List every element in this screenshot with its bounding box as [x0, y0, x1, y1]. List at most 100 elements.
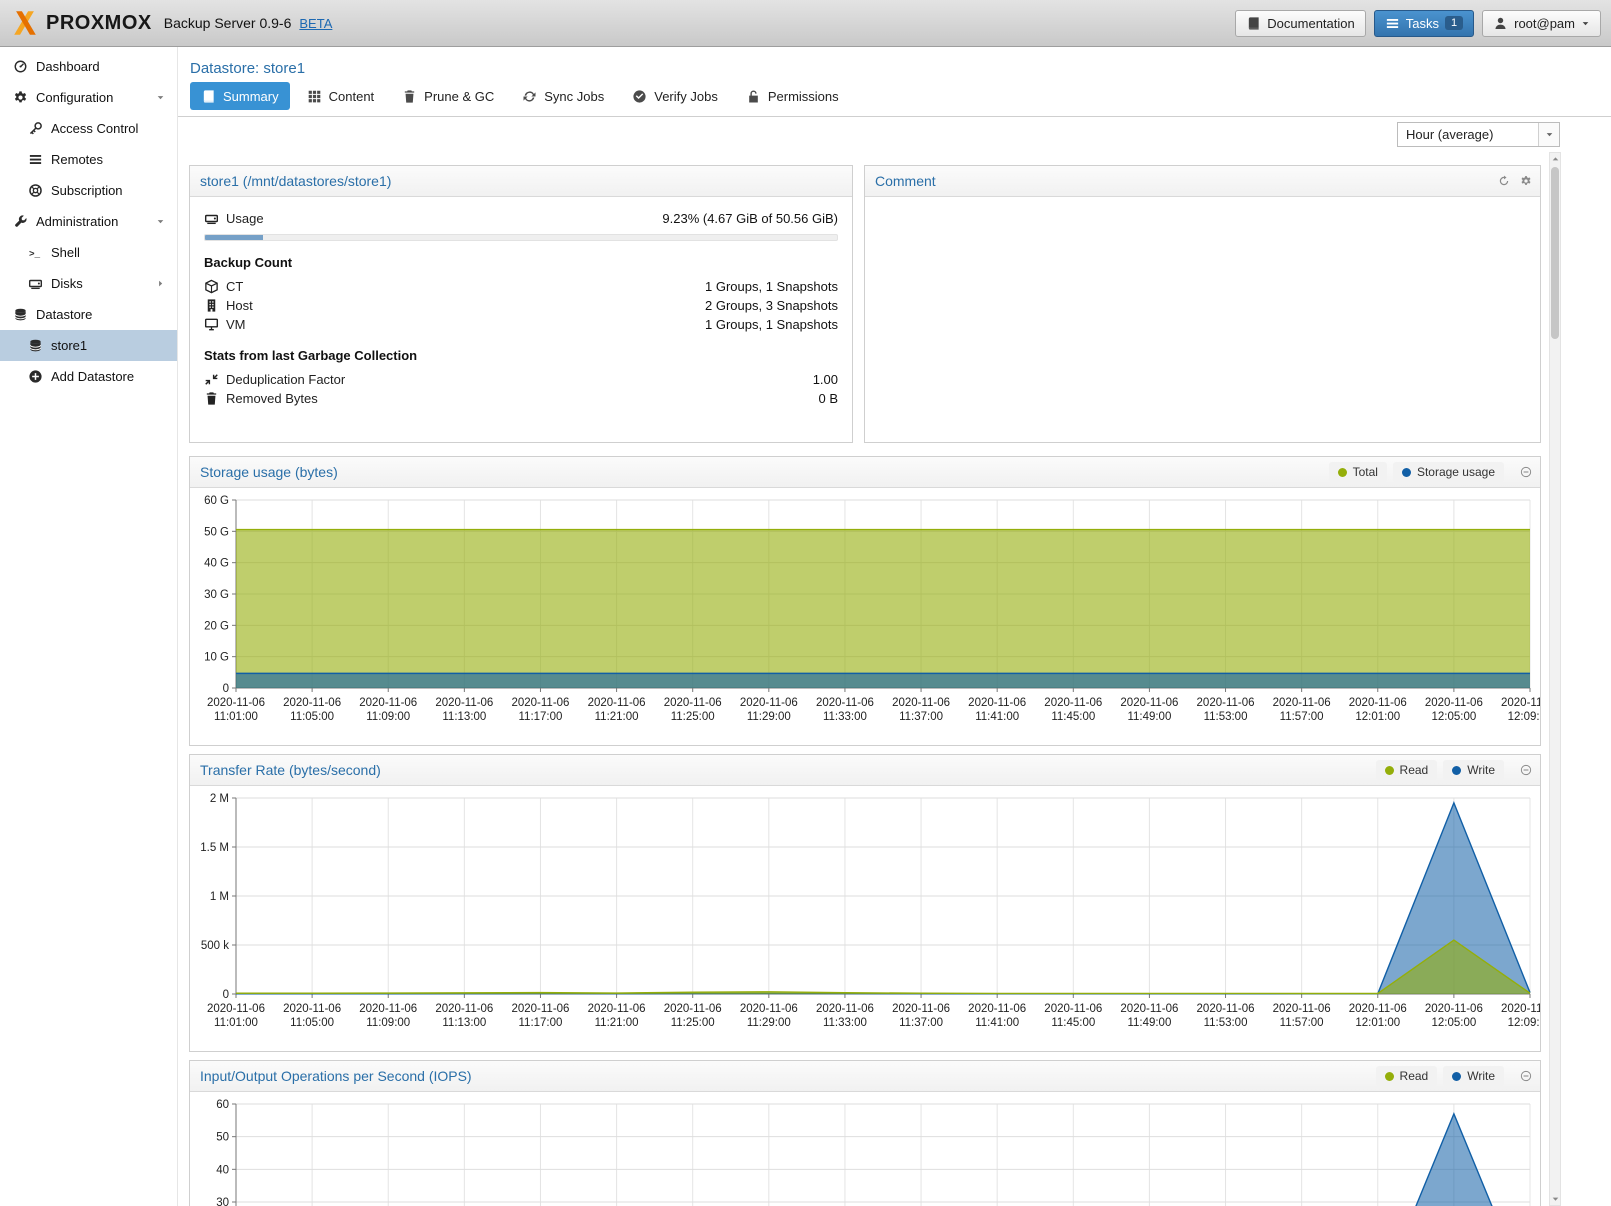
- sidebar-item-label: Dashboard: [36, 59, 100, 74]
- legend-item-read[interactable]: Read: [1376, 1066, 1438, 1086]
- sidebar-item-label: store1: [51, 338, 87, 353]
- terminal-icon: >_: [28, 245, 43, 260]
- main-area: Datastore: store1 Summary Content Prune …: [178, 47, 1611, 1206]
- svg-text:11:53:00: 11:53:00: [1204, 1017, 1248, 1029]
- documentation-button[interactable]: Documentation: [1235, 10, 1365, 37]
- tab-label: Permissions: [768, 89, 839, 104]
- gear-icon[interactable]: [1520, 175, 1532, 187]
- support-icon: [28, 183, 43, 198]
- vertical-scrollbar[interactable]: [1549, 152, 1561, 1206]
- legend-dot: [1338, 468, 1347, 477]
- svg-text:2020-11-06: 2020-11-06: [283, 697, 341, 709]
- legend-label: Write: [1467, 763, 1495, 777]
- beta-link[interactable]: BETA: [299, 16, 332, 31]
- combo-trigger[interactable]: [1538, 123, 1559, 146]
- svg-text:2020-11-06: 2020-11-06: [511, 697, 569, 709]
- tasks-badge: 1: [1445, 16, 1463, 30]
- sidebar-item-label: Datastore: [36, 307, 92, 322]
- sidebar-item-configuration[interactable]: Configuration: [0, 82, 177, 113]
- tab-permissions[interactable]: Permissions: [735, 82, 850, 110]
- legend-item-storage-usage[interactable]: Storage usage: [1393, 462, 1504, 482]
- time-range-select[interactable]: Hour (average): [1397, 122, 1560, 147]
- trash-icon: [204, 391, 219, 406]
- sidebar-item-disks[interactable]: Disks: [0, 268, 177, 299]
- svg-text:60: 60: [216, 1099, 229, 1111]
- tab-sync-jobs[interactable]: Sync Jobs: [511, 82, 615, 110]
- panel-title: Input/Output Operations per Second (IOPS…: [200, 1068, 472, 1084]
- grid-icon: [307, 89, 322, 104]
- legend-item-write[interactable]: Write: [1443, 760, 1504, 780]
- removed-bytes-row: Removed Bytes 0 B: [204, 389, 838, 408]
- legend-item-write[interactable]: Write: [1443, 1066, 1504, 1086]
- svg-text:11:01:00: 11:01:00: [214, 1017, 258, 1029]
- tab-label: Prune & GC: [424, 89, 494, 104]
- svg-text:11:29:00: 11:29:00: [747, 711, 791, 723]
- legend-dot: [1385, 1072, 1394, 1081]
- sidebar-item-dashboard[interactable]: Dashboard: [0, 51, 177, 82]
- dedup-label: Deduplication Factor: [226, 372, 345, 387]
- svg-text:0: 0: [223, 989, 229, 1001]
- removed-bytes-label: Removed Bytes: [226, 391, 318, 406]
- scrollbar-thumb[interactable]: [1551, 167, 1559, 339]
- sidebar-item-shell[interactable]: >_ Shell: [0, 237, 177, 268]
- collapse-icon[interactable]: [1520, 1070, 1532, 1082]
- wrench-icon: [13, 214, 28, 229]
- svg-text:2020-11-06: 2020-11-06: [1273, 697, 1331, 709]
- sidebar-item-datastore[interactable]: Datastore: [0, 299, 177, 330]
- tab-verify-jobs[interactable]: Verify Jobs: [621, 82, 729, 110]
- scroll-down-icon[interactable]: [1551, 1193, 1560, 1205]
- refresh-icon[interactable]: [1498, 175, 1510, 187]
- sidebar-item-administration[interactable]: Administration: [0, 206, 177, 237]
- svg-text:2020-11-06: 2020-11-06: [588, 697, 646, 709]
- summary-row: store1 (/mnt/datastores/store1) Usage 9.…: [189, 165, 1541, 443]
- user-menu-button[interactable]: root@pam: [1482, 10, 1601, 37]
- collapse-icon[interactable]: [1520, 466, 1532, 478]
- svg-text:2020-11-06: 2020-11-06: [892, 697, 950, 709]
- sidebar-item-subscription[interactable]: Subscription: [0, 175, 177, 206]
- sidebar-item-access-control[interactable]: Access Control: [0, 113, 177, 144]
- tab-content[interactable]: Content: [296, 82, 386, 110]
- transfer-rate-panel: Transfer Rate (bytes/second) Read Write …: [189, 754, 1541, 1052]
- app-header: PROXMOX Backup Server 0.9-6 BETA Documen…: [0, 0, 1611, 47]
- legend-item-total[interactable]: Total: [1329, 462, 1387, 482]
- svg-text:2020-11-06: 2020-11-06: [1349, 1003, 1407, 1015]
- chart-toolbar: Hour (average): [178, 117, 1611, 151]
- svg-text:11:41:00: 11:41:00: [975, 711, 1019, 723]
- chevron-down-icon[interactable]: [156, 217, 165, 226]
- svg-text:2020-11-06: 2020-11-06: [1501, 697, 1540, 709]
- svg-text:50: 50: [216, 1132, 229, 1144]
- ct-row: CT 1 Groups, 1 Snapshots: [204, 277, 838, 296]
- tasks-button[interactable]: Tasks 1: [1374, 10, 1474, 37]
- svg-text:0: 0: [223, 683, 229, 695]
- svg-text:2020-11-06: 2020-11-06: [1044, 697, 1102, 709]
- svg-text:>_: >_: [29, 248, 41, 259]
- tab-prune-gc[interactable]: Prune & GC: [391, 82, 505, 110]
- svg-text:11:17:00: 11:17:00: [519, 1017, 563, 1029]
- svg-text:11:57:00: 11:57:00: [1280, 711, 1324, 723]
- dedup-row: Deduplication Factor 1.00: [204, 370, 838, 389]
- vm-row: VM 1 Groups, 1 Snapshots: [204, 315, 838, 334]
- tab-summary[interactable]: Summary: [190, 82, 290, 110]
- chevron-down-icon[interactable]: [156, 93, 165, 102]
- panel-header: Input/Output Operations per Second (IOPS…: [190, 1061, 1540, 1092]
- scroll-up-icon[interactable]: [1551, 153, 1560, 165]
- proxmox-logo: PROXMOX: [10, 8, 152, 38]
- collapse-icon[interactable]: [1520, 764, 1532, 776]
- sidebar-item-store1[interactable]: store1: [0, 330, 177, 361]
- svg-text:40: 40: [216, 1164, 229, 1176]
- documentation-label: Documentation: [1267, 16, 1354, 31]
- sidebar-item-add-datastore[interactable]: Add Datastore: [0, 361, 177, 392]
- svg-text:2020-11-06: 2020-11-06: [664, 697, 722, 709]
- sidebar-item-remotes[interactable]: Remotes: [0, 144, 177, 175]
- unlock-icon: [746, 89, 761, 104]
- database-icon: [28, 338, 43, 353]
- vm-label: VM: [226, 317, 246, 332]
- svg-text:11:05:00: 11:05:00: [290, 1017, 334, 1029]
- svg-text:11:49:00: 11:49:00: [1127, 711, 1171, 723]
- chevron-right-icon[interactable]: [156, 279, 165, 288]
- legend-item-read[interactable]: Read: [1376, 760, 1438, 780]
- svg-text:11:45:00: 11:45:00: [1051, 1017, 1095, 1029]
- svg-text:2020-11-06: 2020-11-06: [816, 1003, 874, 1015]
- sidebar-item-label: Administration: [36, 214, 118, 229]
- chart-legend: Read Write: [1376, 1066, 1532, 1086]
